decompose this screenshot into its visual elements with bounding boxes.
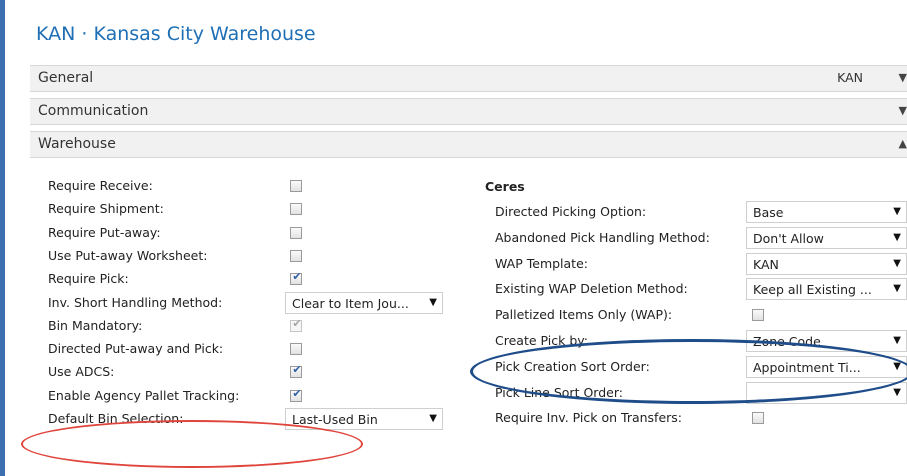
- default-bin-selection-select[interactable]: Last-Used Bin ▼: [285, 408, 443, 430]
- dropdown-arrow-icon[interactable]: ▼: [429, 413, 437, 424]
- dropdown-arrow-icon[interactable]: ▼: [429, 297, 437, 308]
- fasttab-communication-label: Communication: [38, 103, 149, 119]
- pick-creation-sort-order-label: Pick Creation Sort Order:: [495, 358, 650, 374]
- checkmark-icon: ✔: [292, 386, 302, 400]
- require-pick-label: Require Pick:: [48, 271, 129, 287]
- wap-template-select[interactable]: KAN ▼: [746, 252, 907, 275]
- use-adcs-label: Use ADCS:: [48, 364, 115, 380]
- require-shipment-checkbox[interactable]: [290, 203, 302, 216]
- checkmark-icon: ✔: [292, 270, 302, 284]
- require-put-away-label: Require Put-away:: [48, 224, 161, 240]
- wap-template-label: WAP Template:: [495, 255, 588, 271]
- require-pick-checkbox[interactable]: ✔: [290, 270, 302, 286]
- fasttab-warehouse-label: Warehouse: [38, 136, 116, 152]
- dropdown-arrow-icon[interactable]: ▼: [893, 283, 901, 294]
- selected-value: Base: [753, 205, 784, 220]
- page-title: KAN · Kansas City Warehouse: [36, 23, 316, 45]
- directed-put-away-and-pick-checkbox[interactable]: [290, 343, 302, 356]
- checkmark-icon: ✔: [292, 316, 302, 330]
- chevron-down-icon[interactable]: ▼: [899, 104, 907, 117]
- inv-short-handling-method-label: Inv. Short Handling Method:: [48, 294, 223, 310]
- fasttab-general-summary: KAN: [837, 70, 863, 85]
- existing-wap-deletion-method-select[interactable]: Keep all Existing ... ▼: [746, 278, 907, 301]
- existing-wap-deletion-method-label: Existing WAP Deletion Method:: [495, 281, 688, 297]
- ceres-heading: Ceres: [485, 179, 525, 194]
- fasttab-warehouse[interactable]: Warehouse ▲: [30, 131, 907, 158]
- dropdown-arrow-icon[interactable]: ▼: [893, 361, 901, 372]
- chevron-up-icon[interactable]: ▲: [899, 137, 907, 150]
- abandoned-pick-handling-method-label: Abandoned Pick Handling Method:: [495, 229, 710, 245]
- fasttab-general[interactable]: General KAN ▼: [30, 65, 907, 92]
- dropdown-arrow-icon[interactable]: ▼: [893, 258, 901, 269]
- selected-value: KAN: [753, 256, 779, 272]
- create-pick-by-label: Create Pick by:: [495, 333, 588, 348]
- dropdown-arrow-icon[interactable]: ▼: [893, 335, 901, 346]
- fasttab-general-label: General: [38, 70, 94, 86]
- fasttab-communication[interactable]: Communication ▼: [30, 98, 907, 125]
- pick-creation-sort-order-select[interactable]: Appointment Ti... ▼: [746, 355, 907, 378]
- palletized-items-only-wap-label: Palletized Items Only (WAP):: [495, 307, 673, 323]
- selected-value: Appointment Ti...: [753, 359, 861, 375]
- require-inv-pick-on-transfers-label: Require Inv. Pick on Transfers:: [495, 410, 683, 426]
- selected-value: Last-Used Bin: [292, 412, 378, 427]
- dropdown-arrow-icon[interactable]: ▼: [893, 232, 901, 243]
- chevron-down-icon[interactable]: ▼: [899, 71, 907, 84]
- use-adcs-checkbox[interactable]: ✔: [290, 363, 302, 379]
- selected-value: Clear to Item Jou...: [292, 295, 409, 311]
- enable-agency-pallet-tracking-checkbox[interactable]: ✔: [290, 386, 302, 402]
- require-inv-pick-on-transfers-checkbox[interactable]: [752, 412, 764, 425]
- require-receive-checkbox[interactable]: [290, 180, 302, 192]
- require-put-away-checkbox[interactable]: [290, 226, 302, 239]
- selected-value: Don't Allow: [753, 230, 824, 246]
- dropdown-arrow-icon[interactable]: ▼: [893, 387, 901, 398]
- require-receive-label: Require Receive:: [48, 178, 153, 193]
- dropdown-arrow-icon[interactable]: ▼: [893, 206, 901, 217]
- default-bin-selection-label: Default Bin Selection:: [48, 411, 184, 426]
- bin-mandatory-checkbox: ✔: [290, 316, 302, 332]
- checkmark-icon: ✔: [292, 363, 302, 377]
- use-put-away-worksheet-checkbox[interactable]: [290, 249, 302, 262]
- pick-line-sort-order-label: Pick Line Sort Order:: [495, 384, 623, 400]
- enable-agency-pallet-tracking-label: Enable Agency Pallet Tracking:: [48, 387, 240, 403]
- create-pick-by-select[interactable]: Zone Code ▼: [746, 330, 907, 352]
- directed-picking-option-select[interactable]: Base ▼: [746, 201, 907, 223]
- selected-value: Zone Code: [753, 334, 821, 349]
- pick-line-sort-order-select[interactable]: ▼: [746, 381, 907, 404]
- window-left-edge: [0, 0, 5, 476]
- inv-short-handling-method-select[interactable]: Clear to Item Jou... ▼: [285, 291, 443, 314]
- directed-picking-option-label: Directed Picking Option:: [495, 204, 647, 219]
- directed-put-away-and-pick-label: Directed Put-away and Pick:: [48, 341, 224, 357]
- selected-value: Keep all Existing ...: [753, 282, 872, 298]
- bin-mandatory-label: Bin Mandatory:: [48, 317, 143, 333]
- require-shipment-label: Require Shipment:: [48, 201, 164, 217]
- abandoned-pick-handling-method-select[interactable]: Don't Allow ▼: [746, 226, 907, 249]
- use-put-away-worksheet-label: Use Put-away Worksheet:: [48, 247, 208, 263]
- palletized-items-only-wap-checkbox[interactable]: [752, 309, 764, 322]
